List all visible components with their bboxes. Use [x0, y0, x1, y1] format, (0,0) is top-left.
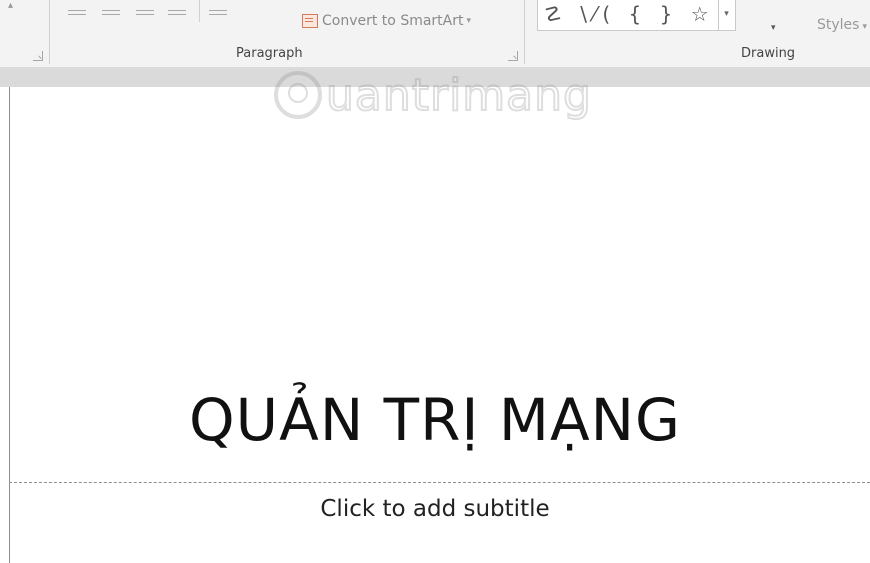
align-center-icon[interactable] — [102, 10, 120, 18]
columns-icon[interactable] — [209, 10, 227, 18]
chevron-down-icon: ▾ — [466, 16, 472, 26]
scroll-up-arrow-icon[interactable]: ▴ — [8, 0, 13, 11]
gallery-more-button[interactable]: ▾ — [718, 0, 734, 30]
quick-styles-button[interactable]: Styles ▾ — [817, 17, 867, 33]
styles-label: Styles — [817, 17, 860, 33]
shapes-gallery-items[interactable]: ☡ \⁄( { } ☆ — [544, 2, 715, 26]
justify-icon[interactable] — [168, 10, 186, 18]
convert-to-smartart-label: Convert to SmartArt — [322, 13, 464, 29]
ribbon: ▴ Convert to SmartArt ▾ Paragraph ☡ \⁄( … — [0, 0, 870, 68]
font-dialog-launcher-icon[interactable] — [33, 51, 43, 61]
separator — [199, 0, 200, 22]
subtitle-placeholder[interactable]: Click to add subtitle — [0, 493, 870, 525]
chevron-down-icon: ▾ — [862, 22, 867, 32]
arrange-dropdown-icon[interactable]: ▾ — [771, 22, 776, 33]
slide-title[interactable]: QUẢN TRỊ MẠNG — [0, 385, 870, 455]
subtitle-placeholder-border — [9, 482, 870, 483]
lightbulb-icon — [274, 71, 322, 119]
watermark-text: uantrimang — [325, 69, 592, 122]
paragraph-group-label: Paragraph — [236, 46, 303, 61]
drawing-group-label: Drawing — [741, 46, 796, 61]
group-separator — [49, 0, 50, 64]
shapes-gallery[interactable]: ☡ \⁄( { } ☆ — [537, 0, 736, 31]
slide-edge — [9, 87, 10, 563]
align-left-icon[interactable] — [68, 10, 86, 18]
group-separator — [524, 0, 525, 64]
watermark-logo: uantrimang — [274, 60, 592, 130]
smartart-icon — [302, 14, 318, 28]
align-right-icon[interactable] — [136, 10, 154, 18]
convert-to-smartart-button[interactable]: Convert to SmartArt ▾ — [302, 10, 471, 32]
